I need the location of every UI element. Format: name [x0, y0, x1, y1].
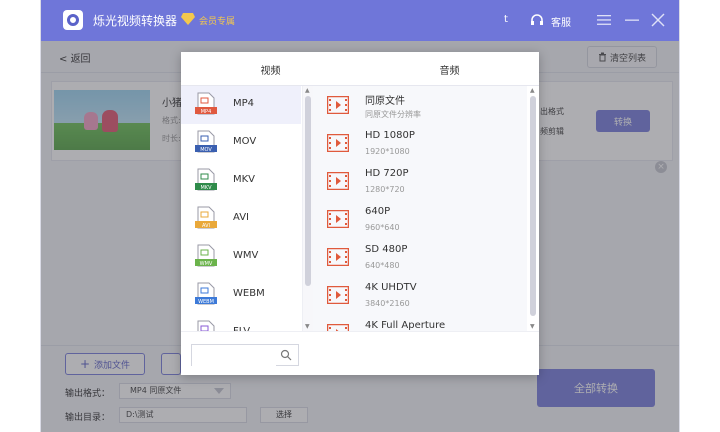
resolution-item[interactable]: 640P 960*640 [313, 200, 527, 238]
resolution-list: 同原文件同原文件分辨率 HD 1080P 1920*1080 HD 720P 1280*… [313, 86, 527, 331]
film-icon [327, 96, 349, 114]
headset-icon[interactable] [529, 12, 545, 28]
resolution-title: 4K UHDTV [365, 282, 417, 293]
film-icon [327, 210, 349, 228]
resolution-subtitle: 960*640 [365, 223, 400, 232]
format-badge: MKV [200, 185, 212, 191]
format-list: MP4 MP4 MOV MOV MKV MKV AVI AVI WMV WMV WEBM WEBM FL… [181, 86, 303, 331]
tab-video[interactable]: 视频 [181, 52, 360, 87]
resolution-item[interactable]: 同原文件同原文件分辨率 [313, 86, 527, 124]
resolution-item[interactable]: 4K UHDTV 3840*2160 [313, 276, 527, 314]
resolution-item[interactable]: HD 720P 1280*720 [313, 162, 527, 200]
vip-diamond-icon [181, 13, 195, 25]
user-letter[interactable]: t [504, 14, 508, 25]
resolution-title: HD 1080P [365, 130, 415, 141]
vip-label[interactable]: 会员专属 [199, 14, 235, 27]
format-search-input[interactable] [192, 348, 276, 368]
resolution-list-scrollbar[interactable]: ▲ ▼ [527, 86, 539, 331]
resolution-item[interactable]: 4K Full Aperture [313, 314, 527, 331]
format-badge: MOV [200, 147, 212, 153]
format-name: MKV [233, 174, 256, 185]
video-file-icon: WEBM [195, 282, 217, 305]
resolution-title: HD 720P [365, 168, 409, 179]
format-name: AVI [233, 212, 249, 223]
resolution-subtitle: 1280*720 [365, 185, 405, 194]
format-badge: WEBM [198, 299, 214, 305]
resolution-title: 同原文件 [365, 96, 405, 107]
resolution-title: SD 480P [365, 244, 408, 255]
resolution-item[interactable]: SD 480P 640*480 [313, 238, 527, 276]
format-search-area [181, 331, 539, 375]
video-file-icon: MOV [195, 130, 217, 153]
scroll-down-icon[interactable]: ▼ [530, 323, 535, 330]
scroll-up-icon[interactable]: ▲ [305, 87, 310, 94]
film-icon [327, 286, 349, 304]
resolution-title: 4K Full Aperture [365, 320, 446, 331]
title-bar: 烁光视频转换器 会员专属 t 客服 [41, 0, 679, 41]
scroll-thumb[interactable] [305, 96, 311, 286]
format-name: MP4 [233, 98, 255, 109]
app-title: 烁光视频转换器 [93, 14, 178, 28]
tab-audio[interactable]: 音频 [360, 52, 539, 86]
format-badge: WMV [200, 261, 213, 267]
format-item-mp4[interactable]: MP4 MP4 [181, 86, 301, 124]
scroll-down-icon[interactable]: ▼ [305, 323, 310, 330]
film-icon [327, 172, 349, 190]
resolution-subtitle: 同原文件分辨率 [365, 110, 421, 119]
film-icon [327, 324, 349, 331]
resolution-subtitle: 640*480 [365, 261, 400, 270]
menu-icon[interactable] [596, 13, 612, 27]
format-badge: AVI [202, 223, 210, 229]
app-logo-icon [63, 10, 83, 30]
format-item-mkv[interactable]: MKV MKV [181, 162, 301, 200]
video-file-icon: FLV [197, 320, 215, 331]
format-item-webm[interactable]: WEBM WEBM [181, 276, 301, 314]
format-name: MOV [233, 136, 257, 147]
video-file-icon: AVI [195, 206, 217, 229]
format-search-box[interactable] [191, 344, 299, 368]
format-item-mov[interactable]: MOV MOV [181, 124, 301, 162]
format-name: WEBM [233, 288, 265, 299]
video-file-icon: MKV [195, 168, 217, 191]
app-window: 烁光视频转换器 会员专属 t 客服 < 返回 清空列表 小猪 格式: 时长: 出… [40, 0, 680, 432]
format-item-flv[interactable]: FLVFLV [181, 314, 301, 331]
format-tabs: 视频 音频 [181, 52, 539, 87]
format-badge: MP4 [201, 109, 212, 115]
close-icon[interactable] [650, 12, 666, 28]
format-item-wmv[interactable]: WMV WMV [181, 238, 301, 276]
format-item-avi[interactable]: AVI AVI [181, 200, 301, 238]
format-name: WMV [233, 250, 259, 261]
resolution-subtitle: 1920*1080 [365, 147, 410, 156]
film-icon [327, 134, 349, 152]
customer-service-label[interactable]: 客服 [551, 14, 571, 29]
video-file-icon: MP4 [195, 92, 217, 115]
resolution-item[interactable]: HD 1080P 1920*1080 [313, 124, 527, 162]
resolution-title: 640P [365, 206, 391, 217]
video-file-icon: WMV [195, 244, 217, 267]
search-icon[interactable] [280, 349, 292, 361]
format-picker-popup: 视频 音频 MP4 MP4 MOV MOV MKV MKV AVI AVI WMV WMV WEBM… [181, 52, 539, 375]
format-list-scrollbar[interactable]: ▲ ▼ [303, 86, 313, 331]
minimize-icon[interactable] [624, 13, 640, 27]
scroll-up-icon[interactable]: ▲ [530, 87, 535, 94]
film-icon [327, 248, 349, 266]
scroll-thumb[interactable] [530, 96, 536, 316]
resolution-subtitle: 3840*2160 [365, 299, 410, 308]
